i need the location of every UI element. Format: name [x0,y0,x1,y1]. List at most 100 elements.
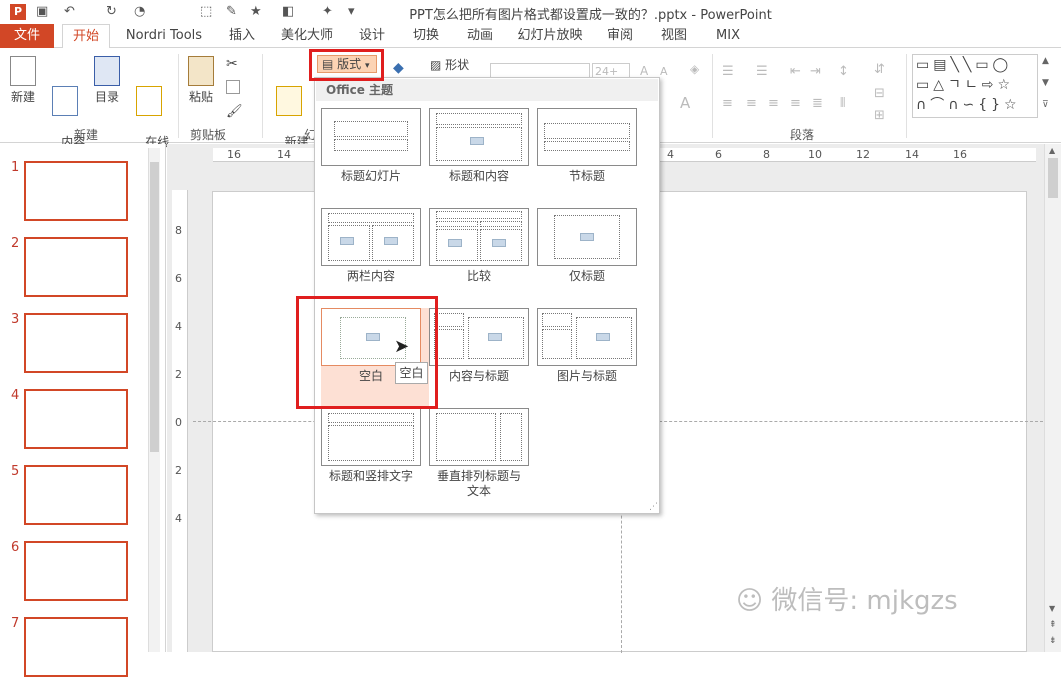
toc-button[interactable]: 目录 [90,56,124,105]
layout-title-only[interactable]: 仅标题 [537,208,637,284]
tab-insert[interactable]: 插入 [222,24,262,48]
watermark: ☺ 微信号: mjkgzs [736,580,958,617]
prev-slide-icon[interactable]: ⇞ [1049,620,1057,630]
next-slide-icon[interactable]: ⇟ [1049,636,1057,646]
thumb-number: 3 [11,312,20,327]
tab-view[interactable]: 视图 [654,24,694,48]
columns-icon[interactable]: ⫴ [840,96,845,111]
layout-vertical-title-text[interactable]: 垂直排列标题与 文本 [429,408,529,499]
align-left-icon[interactable]: ≡ [722,96,733,111]
new-doc-icon [10,56,36,86]
group-paragraph-label: 段落 [790,128,815,142]
new-button[interactable]: 新建 [6,56,40,105]
gallery-more-icon[interactable]: ⊽ [1042,100,1049,110]
placeholder [436,113,522,125]
highlight-layout-button [309,49,384,81]
font-color-icon[interactable]: A [680,94,690,112]
scroll-up-icon[interactable]: ▲ [1049,146,1055,155]
line-spacing-icon[interactable]: ↕ [838,64,849,79]
format-painter-icon[interactable]: 🖌 [226,104,243,119]
smartart-icon[interactable]: ⊞ [874,108,885,123]
layout-picture-caption[interactable]: 图片与标题 [537,308,637,384]
tab-animations[interactable]: 动画 [460,24,500,48]
layout-title-vertical-text[interactable]: 标题和竖排文字 [321,408,421,484]
numbering-icon[interactable]: ☰ [756,64,768,79]
align-center-icon[interactable]: ≡ [746,96,757,111]
layout-thumbnail [537,208,637,266]
layout-title-slide[interactable]: 标题幻灯片 [321,108,421,184]
layout-thumbnail [429,408,529,466]
align-right-icon[interactable]: ≡ [768,96,779,111]
online-template-icon [136,86,162,116]
placeholder [434,329,464,359]
shape-button[interactable]: ▨ 形状 [430,56,469,73]
new-button-label: 新建 [10,90,35,104]
highlight-blank-layout [296,296,438,409]
slide-thumbnail[interactable] [24,313,128,373]
ruler-label: 2 [175,464,182,477]
layout-label: 两栏内容 [346,269,395,283]
paste-button[interactable]: 粘贴 [184,56,218,105]
clipboard-icon [188,56,214,86]
bullets-icon[interactable]: ☰ [722,64,734,79]
gallery-up-icon[interactable]: ▲ [1042,56,1049,66]
resize-grip-icon[interactable]: ⋰ [649,502,658,512]
text-direction-icon[interactable]: ⇵ [874,62,885,77]
ruler-label: 16 [953,148,967,161]
thumb-number: 4 [11,388,20,403]
tab-transitions[interactable]: 切换 [406,24,446,48]
title-bar: P ▣ ↶ ↻ ◔ ⬚ ✎ ★ ◧ ✦ ▾ PPT怎么把所有图片格式都设置成一致… [0,0,1061,24]
grow-font-icon[interactable]: A [640,64,648,78]
tab-beautify[interactable]: 美化大师 [274,24,340,48]
layout-title-content[interactable]: 标题和内容 [429,108,529,184]
shapes-gallery[interactable]: ▭▤╲╲▭◯ ▭△ㄱㄴ⇨☆ ∩⌒∩∽{}☆ [912,54,1038,118]
slide-thumbnail[interactable] [24,389,128,449]
gallery-down-icon[interactable]: ▼ [1042,78,1049,88]
tab-file[interactable]: 文件 [0,24,54,48]
toc-icon [94,56,120,86]
layout-content-caption[interactable]: 内容与标题 [429,308,529,384]
indent-icon[interactable]: ⇤ [790,64,801,79]
justify-icon[interactable]: ≡ [790,96,801,111]
slide-thumbnail[interactable] [24,617,128,677]
slide-thumbnail[interactable] [24,161,128,221]
outdent-icon[interactable]: ⇥ [810,64,821,79]
ruler-label: 10 [808,148,822,161]
picture-icon[interactable]: ◆ [393,60,407,76]
shrink-font-icon[interactable]: A [660,65,668,78]
layout-comparison[interactable]: 比较 [429,208,529,284]
placeholder [480,221,522,227]
scroll-down-icon[interactable]: ▼ [1049,604,1055,613]
layout-two-content[interactable]: 两栏内容 [321,208,421,284]
scrollbar-thumb[interactable] [150,162,159,452]
group-clipboard-label: 剪贴板 [190,128,227,142]
slide-thumbnail[interactable] [24,237,128,297]
tab-slideshow[interactable]: 幻灯片放映 [514,24,586,48]
picture-placeholder-icon [470,137,484,145]
dropdown-header: Office 主题 [316,79,658,101]
layout-label: 节标题 [568,169,605,183]
align-text-icon[interactable]: ⊟ [874,86,885,101]
tab-home[interactable]: 开始 [62,24,110,49]
ruler-label: 4 [175,512,182,525]
thumbnails-scrollbar[interactable] [148,148,160,652]
scrollbar-thumb[interactable] [1048,158,1058,198]
slide-thumbnail[interactable] [24,541,128,601]
tab-review[interactable]: 审阅 [600,24,640,48]
canvas-scrollbar[interactable]: ▲ ▼ ⇞ ⇟ [1044,144,1061,652]
layout-section-header[interactable]: 节标题 [537,108,637,184]
layout-label: 仅标题 [568,269,605,283]
wechat-icon: ☺ [736,586,764,616]
picture-placeholder-icon [580,233,594,241]
slide-thumbnail[interactable] [24,465,128,525]
tab-mix[interactable]: MIX [708,24,748,48]
cut-icon[interactable]: ✂ [226,56,240,72]
layout-thumbnail [537,108,637,166]
distribute-icon[interactable]: ≣ [812,96,823,111]
tab-nordri-tools[interactable]: Nordri Tools [118,24,210,48]
thumb-number: 2 [11,236,20,251]
clear-format-icon[interactable]: ◈ [690,62,699,76]
placeholder [328,413,414,423]
copy-icon[interactable] [226,80,240,94]
tab-design[interactable]: 设计 [352,24,392,48]
